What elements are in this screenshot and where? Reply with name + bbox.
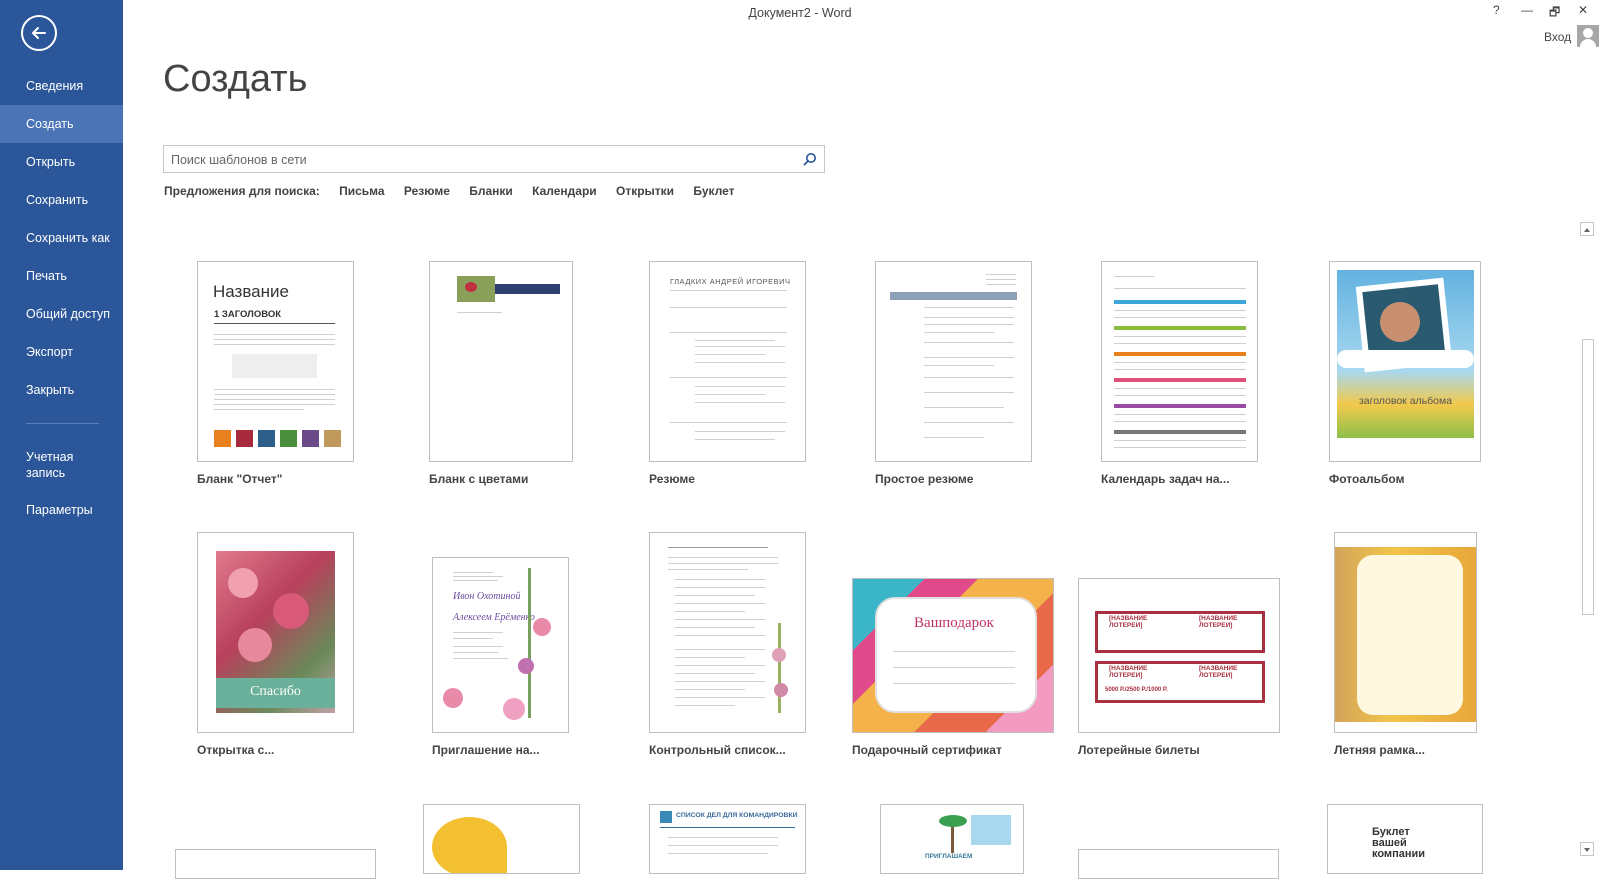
ticket-title: [НАЗВАНИЕ ЛОТЕРЕИ] xyxy=(1199,665,1238,679)
nav-print[interactable]: Печать xyxy=(0,257,123,295)
minimize-button[interactable]: — xyxy=(1521,3,1533,17)
nav-share[interactable]: Общий доступ xyxy=(0,295,123,333)
template-row3-5[interactable] xyxy=(1078,849,1279,879)
nav-save[interactable]: Сохранить xyxy=(0,181,123,219)
close-button[interactable]: ✕ xyxy=(1578,3,1588,17)
template-caption: Бланк с цветами xyxy=(429,472,529,486)
card-text: Спасибо xyxy=(250,684,301,699)
template-booklet[interactable]: Буклет вашей компании xyxy=(1327,804,1483,874)
template-heading-text: 1 ЗАГОЛОВОК xyxy=(214,309,282,320)
template-title-text: Название xyxy=(213,282,289,301)
nav-info[interactable]: Сведения xyxy=(0,67,123,105)
search-icon[interactable] xyxy=(803,152,817,166)
template-caption: Лотерейные билеты xyxy=(1078,743,1200,757)
template-caption: Открытка с... xyxy=(197,743,275,757)
suggestion-forms[interactable]: Бланки xyxy=(469,184,513,198)
template-checklist[interactable] xyxy=(649,532,806,733)
template-caption: Фотоальбом xyxy=(1329,472,1405,486)
template-caption: Календарь задач на... xyxy=(1101,472,1230,486)
template-gift-certificate[interactable]: Вашподарок xyxy=(852,578,1054,733)
travel-list-title: СПИСОК ДЕЛ ДЛЯ КОМАНДИРОВКИ xyxy=(676,812,798,819)
sign-in-link[interactable]: Вход xyxy=(1544,30,1571,44)
resume-name: ГЛАДКИХ АНДРЕЙ ИГОРЕВИЧ xyxy=(670,277,791,286)
template-card[interactable]: Спасибо xyxy=(197,532,354,733)
triangle-down-icon xyxy=(1584,848,1590,852)
nav-new[interactable]: Создать xyxy=(0,105,123,143)
template-caption: Бланк "Отчет" xyxy=(197,472,283,486)
nav-export[interactable]: Экспорт xyxy=(0,333,123,371)
template-caption: Летняя рамка... xyxy=(1334,743,1425,757)
template-caption: Резюме xyxy=(649,472,695,486)
nav-account[interactable]: Учетная запись xyxy=(0,439,86,491)
template-caption: Контрольный список... xyxy=(649,743,786,757)
avatar[interactable] xyxy=(1577,25,1599,47)
booklet-title: Буклет вашей компании xyxy=(1372,826,1426,860)
arrow-left-icon xyxy=(32,27,46,39)
template-butterfly[interactable] xyxy=(423,804,580,874)
window-title: Документ2 - Word xyxy=(748,6,852,20)
nav-options[interactable]: Параметры xyxy=(0,491,123,529)
nav-open[interactable]: Открыть xyxy=(0,143,123,181)
template-flowers[interactable] xyxy=(429,261,573,462)
triangle-up-icon xyxy=(1584,228,1590,232)
ticket-title: [НАЗВАНИЕ ЛОТЕРЕИ] xyxy=(1109,665,1148,679)
backstage-sidebar: Сведения Создать Открыть Сохранить Сохра… xyxy=(0,0,123,870)
suggestion-cards[interactable]: Открытки xyxy=(616,184,674,198)
template-caption: Простое резюме xyxy=(875,472,974,486)
template-invitation[interactable]: Ивон Охотиной Алексеем Ерёменко xyxy=(432,557,569,733)
scroll-up-button[interactable] xyxy=(1580,222,1594,236)
palm-invite-text: ПРИГЛАШАЕМ xyxy=(925,853,973,860)
template-simple-resume[interactable] xyxy=(875,261,1032,462)
invitation-name-1: Ивон Охотиной xyxy=(453,591,521,602)
suggestion-letters[interactable]: Письма xyxy=(339,184,384,198)
suggestion-calendars[interactable]: Календари xyxy=(532,184,597,198)
template-resume[interactable]: ГЛАДКИХ АНДРЕЙ ИГОРЕВИЧ xyxy=(649,261,806,462)
back-button[interactable] xyxy=(21,15,57,51)
template-caption: Приглашение на... xyxy=(432,743,540,757)
suggestions-label: Предложения для поиска: xyxy=(164,184,320,198)
template-search xyxy=(163,145,825,173)
template-task-calendar[interactable] xyxy=(1101,261,1258,462)
nav-divider xyxy=(26,423,99,424)
ticket-prize: 5000 Р./2500 Р./1000 Р. xyxy=(1105,687,1168,693)
template-photo-album[interactable]: заголовок альбома xyxy=(1329,261,1481,462)
template-travel-list[interactable]: СПИСОК ДЕЛ ДЛЯ КОМАНДИРОВКИ xyxy=(649,804,806,874)
invitation-name-2: Алексеем Ерёменко xyxy=(453,612,535,623)
backstage-nav: Сведения Создать Открыть Сохранить Сохра… xyxy=(0,67,123,529)
template-row3-1[interactable] xyxy=(175,849,376,879)
search-input[interactable] xyxy=(171,151,791,169)
template-caption: Подарочный сертификат xyxy=(852,743,1002,757)
nav-close[interactable]: Закрыть xyxy=(0,371,123,409)
gift-title: Вашподарок xyxy=(914,615,994,631)
ticket-title: [НАЗВАНИЕ ЛОТЕРЕИ] xyxy=(1109,615,1148,629)
suggestion-booklet[interactable]: Буклет xyxy=(693,184,734,198)
vertical-scrollbar[interactable] xyxy=(1580,222,1596,858)
ticket-title: [НАЗВАНИЕ ЛОТЕРЕИ] xyxy=(1199,615,1238,629)
template-lottery-tickets[interactable]: [НАЗВАНИЕ ЛОТЕРЕИ] [НАЗВАНИЕ ЛОТЕРЕИ] [Н… xyxy=(1078,578,1280,733)
help-button[interactable]: ? xyxy=(1493,3,1500,17)
template-summer-frame[interactable] xyxy=(1334,532,1477,733)
suggestion-resume[interactable]: Резюме xyxy=(404,184,450,198)
scroll-down-button[interactable] xyxy=(1580,842,1594,856)
restore-button[interactable]: 🗗 xyxy=(1549,3,1560,24)
album-title: заголовок альбома xyxy=(1358,395,1453,407)
search-suggestions: Предложения для поиска: Письма Резюме Бл… xyxy=(164,184,735,198)
template-palm-invite[interactable]: ПРИГЛАШАЕМ xyxy=(880,804,1024,874)
template-report[interactable]: Название 1 ЗАГОЛОВОК xyxy=(197,261,354,462)
scrollbar-thumb[interactable] xyxy=(1582,339,1594,615)
nav-save-as[interactable]: Сохранить как xyxy=(0,219,123,257)
page-title: Создать xyxy=(163,58,308,100)
